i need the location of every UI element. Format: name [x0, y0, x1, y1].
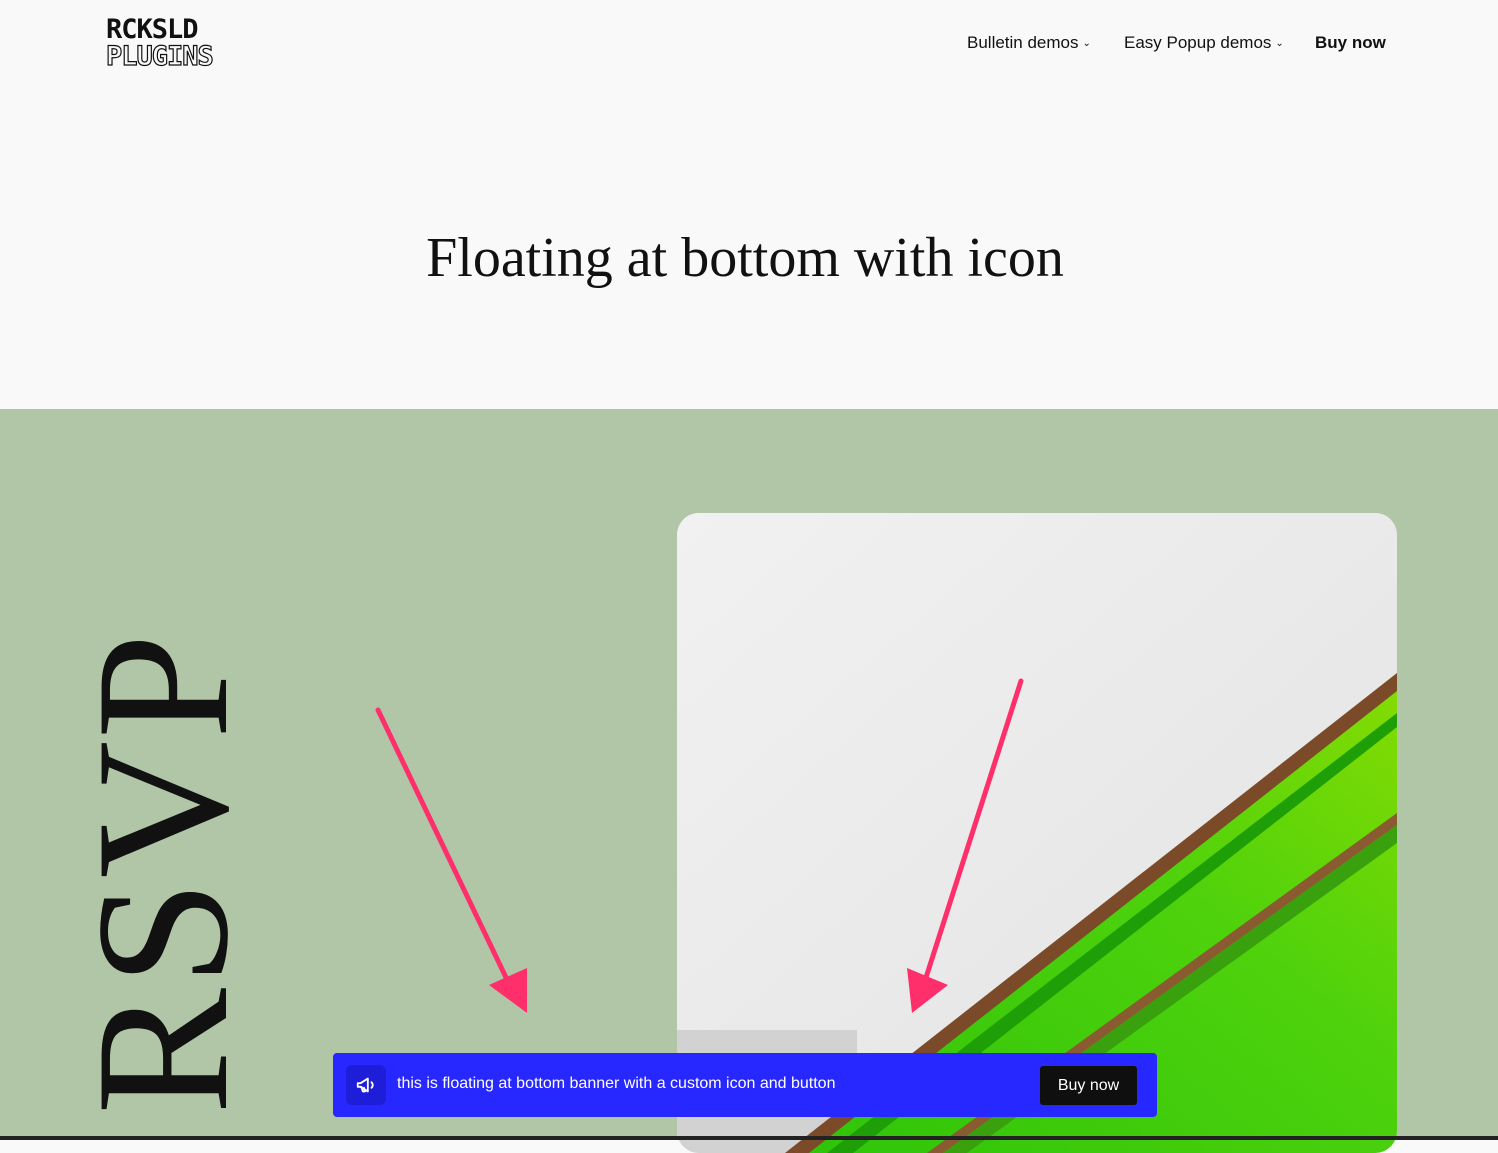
megaphone-icon [346, 1065, 386, 1105]
chevron-down-icon: ⌄ [1082, 38, 1091, 49]
banner-buy-now-button[interactable]: Buy now [1040, 1066, 1137, 1105]
rsvp-text: RSVP [58, 631, 268, 1115]
page-title: Floating at bottom with icon [426, 227, 1064, 289]
nav-easy-popup-demos[interactable]: Easy Popup demos ⌄ [1124, 33, 1284, 53]
banner-message: this is floating at bottom banner with a… [397, 1075, 836, 1092]
rsvp-heading: RSVP [58, 631, 268, 1115]
nav-easy-popup-label: Easy Popup demos [1124, 33, 1272, 52]
nav-bulletin-demos[interactable]: Bulletin demos ⌄ [967, 33, 1091, 53]
main-nav: Bulletin demos ⌄ Easy Popup demos ⌄ Buy no… [0, 33, 1498, 55]
site-header: RCKSLD PLUGINS Bulletin demos ⌄ Easy Popu… [0, 0, 1498, 90]
nav-bulletin-label: Bulletin demos [967, 33, 1079, 52]
nav-buy-now[interactable]: Buy now [1315, 33, 1386, 53]
chevron-down-icon: ⌄ [1275, 38, 1284, 49]
floating-banner: this is floating at bottom banner with a… [333, 1053, 1157, 1117]
bottom-edge [0, 1136, 1498, 1140]
